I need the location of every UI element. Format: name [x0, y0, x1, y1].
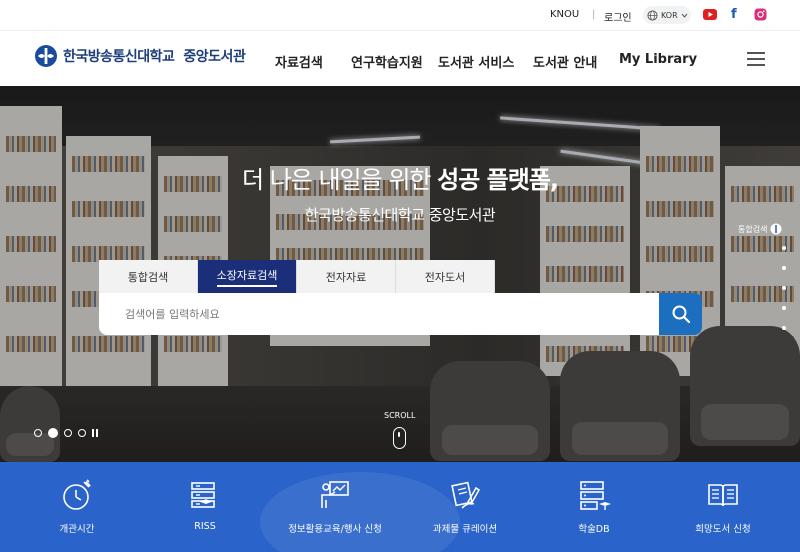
side-quick-search[interactable]: 통합검색	[738, 223, 782, 235]
scroll-label: SCROLL	[384, 411, 416, 420]
quick-assignment-curation[interactable]: 과제물 큐레이션	[405, 462, 525, 552]
tab-holdings-search[interactable]: 소장자료검색	[198, 260, 297, 293]
quick-label: 과제물 큐레이션	[432, 524, 498, 535]
knou-link[interactable]: KNOU	[550, 9, 579, 20]
instagram-icon[interactable]	[754, 8, 767, 21]
quick-riss[interactable]: RISS	[145, 462, 265, 552]
database-icon	[191, 482, 215, 508]
side-nav-dot[interactable]	[782, 326, 786, 330]
menu-library-guide[interactable]: 도서관 안내	[533, 52, 597, 71]
hero-subtitle: 한국방송통신대학교 중앙도서관	[304, 206, 496, 224]
quick-opening-hours[interactable]: 개관시간	[17, 462, 137, 552]
logo-university-name: 한국방송통신대학교	[63, 49, 175, 65]
side-nav-dot[interactable]	[782, 286, 786, 290]
logo-library-name: 중앙도서관	[183, 49, 246, 65]
search-input[interactable]: 검색어를 입력하세요	[99, 293, 659, 335]
scroll-mouse-icon[interactable]	[393, 427, 406, 449]
open-book-icon	[708, 484, 738, 507]
writing-hand-icon	[451, 481, 480, 509]
slide-dot[interactable]	[34, 429, 42, 437]
quick-education-events[interactable]: 정보활용교육/행사 신청	[275, 462, 395, 552]
search-button[interactable]	[659, 293, 702, 335]
slide-dot[interactable]	[64, 429, 72, 437]
chevron-down-icon	[681, 13, 688, 18]
login-link[interactable]: 로그인	[604, 9, 632, 24]
main-nav: 한국방송통신대학교 중앙도서관 자료검색 연구학습지원 도서관 서비스 도서관 …	[0, 30, 800, 86]
side-nav-dot[interactable]	[782, 306, 786, 310]
quick-menu: 개관시간 RISS 정보활용교육/행사 신청 과제물 큐레이션 학술DB 희망도…	[0, 462, 800, 552]
tab-integrated-search[interactable]: 통합검색	[99, 260, 198, 293]
slide-dot-active[interactable]	[48, 428, 58, 438]
separator: |	[592, 9, 596, 20]
hero-banner: 더 나은 내일을 위한 성공 플랫폼, 한국방송통신대학교 중앙도서관 통합검색…	[0, 86, 800, 462]
quick-label: 정보활용교육/행사 신청	[288, 524, 382, 535]
quick-label: 학술DB	[578, 524, 610, 535]
quick-label: RISS	[194, 521, 216, 532]
youtube-icon[interactable]	[703, 9, 717, 20]
quick-label: 개관시간	[59, 524, 95, 535]
quick-academic-db[interactable]: 학술DB	[534, 462, 654, 552]
menu-search[interactable]: 자료검색	[275, 52, 323, 71]
menu-library-services[interactable]: 도서관 서비스	[438, 52, 514, 71]
presentation-icon	[321, 481, 349, 508]
quick-book-request[interactable]: 희망도서 신청	[663, 462, 783, 552]
side-nav-dot[interactable]	[782, 246, 786, 250]
university-emblem-icon	[35, 45, 57, 67]
search-tabs: 통합검색 소장자료검색 전자자료 전자도서	[99, 260, 495, 293]
tab-e-resources[interactable]: 전자자료	[297, 260, 396, 293]
tab-e-books[interactable]: 전자도서	[396, 260, 495, 293]
menu-my-library[interactable]: My Library	[619, 52, 697, 67]
site-logo[interactable]: 한국방송통신대학교 중앙도서관	[34, 44, 246, 68]
search-icon	[672, 305, 690, 324]
quick-label: 희망도서 신청	[695, 524, 751, 535]
globe-icon	[647, 9, 658, 21]
facebook-icon[interactable]: f	[731, 7, 737, 22]
clock-icon	[63, 479, 91, 510]
utility-bar: KNOU | 로그인 KOR f	[0, 0, 800, 30]
hero-title-bold: 성공 플랫폼,	[437, 166, 559, 194]
hero-title: 더 나은 내일을 위한 성공 플랫폼,	[0, 160, 800, 195]
server-icon	[580, 481, 611, 510]
university-emblem-icon	[770, 223, 782, 235]
language-select[interactable]: KOR	[643, 6, 691, 24]
hero-title-plain: 더 나은 내일을 위한	[241, 166, 438, 194]
language-label: KOR	[661, 10, 678, 20]
side-nav-dot[interactable]	[782, 266, 786, 270]
slide-dot[interactable]	[78, 429, 86, 437]
pause-icon[interactable]	[92, 429, 98, 437]
menu-research-support[interactable]: 연구학습지원	[351, 52, 423, 71]
hamburger-menu-icon[interactable]	[747, 52, 765, 70]
search-placeholder: 검색어를 입력하세요	[125, 308, 220, 321]
slide-pager	[34, 428, 98, 438]
